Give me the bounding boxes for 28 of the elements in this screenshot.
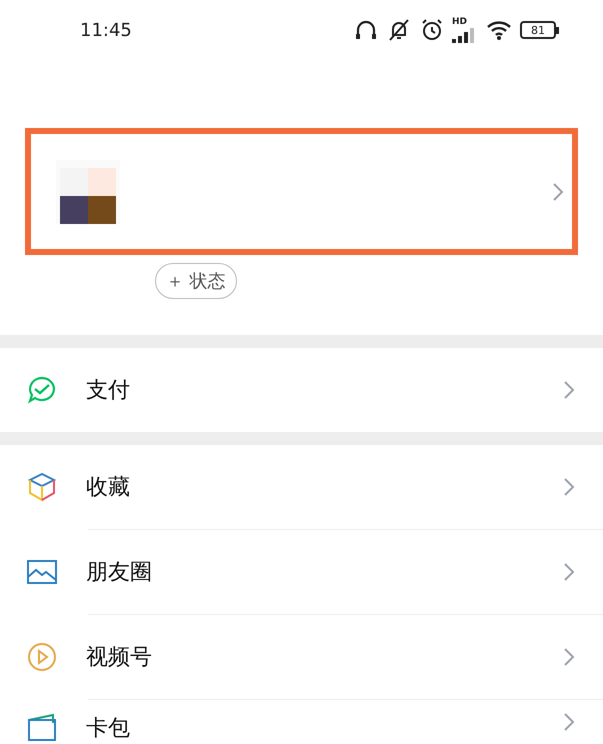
chevron-right-icon [563,562,575,582]
menu-item-label: 视频号 [86,644,152,672]
menu-item-label: 卡包 [86,715,130,743]
headphones-icon [354,18,378,42]
menu-item[interactable]: 卡包 [0,700,603,744]
menu-item[interactable]: 视频号 [0,615,603,699]
network-label: HD [452,18,468,26]
chevron-right-icon [563,712,575,732]
menu-item-label: 支付 [86,376,130,404]
menu-item[interactable]: 支付 [0,348,603,432]
profile-card[interactable] [25,128,578,255]
menu-item[interactable]: 朋友圈 [0,530,603,614]
menu-item-label: 收藏 [86,474,130,502]
chevron-right-icon [563,380,575,400]
chevron-right-icon [563,477,575,497]
wallet-check-icon [26,374,58,406]
cube-icon [26,471,58,503]
menu-item[interactable]: 收藏 [0,445,603,529]
alarm-icon [420,18,444,42]
chevron-right-icon [552,182,564,202]
add-status-button[interactable]: ＋ 状态 [155,263,237,299]
play-icon [26,641,58,673]
menu-item-label: 朋友圈 [86,558,152,586]
battery-indicator: 81 [520,21,559,39]
status-time: 11:45 [80,18,132,42]
chevron-right-icon [563,647,575,667]
wifi-icon [486,19,512,41]
card-wallet-icon [26,712,58,744]
